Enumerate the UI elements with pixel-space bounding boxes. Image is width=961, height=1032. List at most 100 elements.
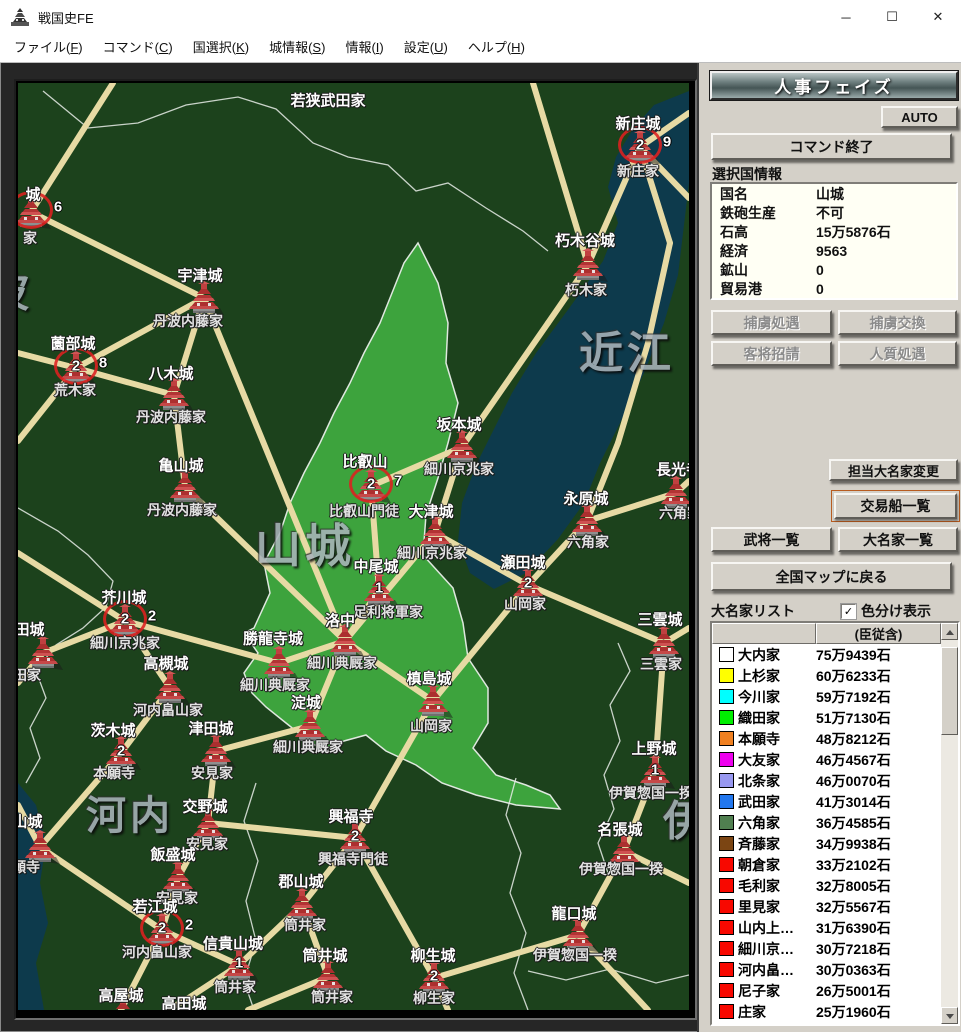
castle-icon[interactable] <box>413 684 453 718</box>
minimize-icon: ─ <box>841 10 850 25</box>
daimyo-row[interactable]: 今川家59万7192石 <box>712 686 941 707</box>
scroll-down-button[interactable] <box>941 1007 958 1024</box>
daimyo-row[interactable]: 庄家25万1960石 <box>712 1001 941 1022</box>
daimyo-color-swatch <box>719 962 734 977</box>
castle-name-label: 朽木谷城 <box>555 230 615 251</box>
guest-general-button[interactable]: 客将招請 <box>711 341 832 366</box>
scroll-up-button[interactable] <box>941 623 958 640</box>
castle-family-label: 六角家 <box>567 532 609 552</box>
title-bar[interactable]: 戦国史FE ─ ☐ ✕ <box>0 0 961 34</box>
close-button[interactable]: ✕ <box>915 0 961 34</box>
daimyo-row[interactable]: 上杉家60万6233石 <box>712 665 941 686</box>
header-koku-column: (臣従含) <box>816 623 941 644</box>
back-to-national-map-button[interactable]: 全国マップに戻る <box>711 562 952 591</box>
daimyo-color-swatch <box>719 731 734 746</box>
change-daimyo-button[interactable]: 担当大名家変更 <box>829 459 958 481</box>
castle-family-label: 丹波内藤家 <box>136 407 206 427</box>
trade-ships-focus-ring: 交易船一覧 <box>831 490 960 522</box>
captive-exchange-button[interactable]: 捕虜交換 <box>838 310 957 335</box>
daimyo-row[interactable]: 武田家41万3014石 <box>712 791 941 812</box>
daimyo-list-button[interactable]: 大名家一覧 <box>838 527 958 552</box>
end-command-button[interactable]: コマンド終了 <box>711 133 952 160</box>
castle-number: 1 <box>235 955 243 972</box>
daimyo-koku: 25万1960石 <box>816 1002 891 1022</box>
app-icon <box>10 7 30 27</box>
map-view[interactable]: 近江山城河内波伊若狭武田家29新庄城新庄家朽木谷城朽木家宇津城丹波内藤家6城家2… <box>18 83 689 1010</box>
trade-ships-button[interactable]: 交易船一覧 <box>834 493 957 519</box>
menu-item-u[interactable]: 設定(U) <box>394 34 458 62</box>
daimyo-name: 織田家 <box>738 708 816 728</box>
daimyo-color-swatch <box>719 983 734 998</box>
castle-name-label: 長光寺城 <box>656 459 689 480</box>
castle-icon[interactable] <box>184 281 224 315</box>
selected-country-info-title: 選択国情報 <box>712 164 782 184</box>
auto-button[interactable]: AUTO <box>881 106 958 128</box>
busho-list-button[interactable]: 武将一覧 <box>711 527 832 552</box>
menu-item-h[interactable]: ヘルプ(H) <box>458 34 535 62</box>
castle-name-label: 高田城 <box>161 993 206 1011</box>
menu-item-k[interactable]: 国選択(K) <box>183 34 259 62</box>
daimyo-row[interactable]: 斉藤家34万9938石 <box>712 833 941 854</box>
daimyo-list[interactable]: (臣従含) 大内家75万9439石上杉家60万6233石今川家59万7192石織… <box>710 621 960 1026</box>
maximize-button[interactable]: ☐ <box>869 0 915 34</box>
colorize-checkbox[interactable]: ✓ <box>841 604 856 619</box>
castle-name-label: 三雲城 <box>637 609 682 630</box>
daimyo-color-swatch <box>719 794 734 809</box>
daimyo-name: 今川家 <box>738 687 816 707</box>
castle-number: 2 <box>430 968 438 985</box>
castle-family-label: 筒井家 <box>311 987 353 1007</box>
menu-item-c[interactable]: コマンド(C) <box>93 34 183 62</box>
minimize-button[interactable]: ─ <box>823 0 869 34</box>
castle-family-label: 細川典厩家 <box>273 737 343 757</box>
daimyo-row[interactable]: 六角家36万4585石 <box>712 812 941 833</box>
castle-number: 2 <box>121 611 129 628</box>
menu-item-f[interactable]: ファイル(F) <box>4 34 93 62</box>
daimyo-row[interactable]: 本願寺48万8212石 <box>712 728 941 749</box>
selected-country-info-box: 国名山城 鉄砲生産不可 石高15万5876石 経済9563 鉱山0 貿易港0 <box>710 182 958 300</box>
scrollbar-thumb[interactable] <box>941 647 958 735</box>
castle-icon[interactable] <box>568 248 608 282</box>
info-row-port: 貿易港0 <box>712 280 956 298</box>
castle-name-label: 宇津城 <box>177 265 222 286</box>
daimyo-row[interactable]: 大友家46万4567石 <box>712 749 941 770</box>
daimyo-name: 朝倉家 <box>738 855 816 875</box>
castle-name-label: 高屋城 <box>98 985 143 1006</box>
castle-name-label: 柳生城 <box>410 945 455 966</box>
daimyo-row[interactable]: 朝倉家33万2102石 <box>712 854 941 875</box>
colorize-toggle[interactable]: ✓ 色分け表示 <box>841 601 931 621</box>
castle-side-number: 9 <box>663 134 671 151</box>
daimyo-color-swatch <box>719 668 734 683</box>
castle-number: 2 <box>117 743 125 760</box>
daimyo-koku: 41万3014石 <box>816 792 891 812</box>
close-icon: ✕ <box>933 9 944 25</box>
daimyo-row[interactable]: 大内家75万9439石 <box>712 644 941 665</box>
daimyo-koku: 51万7130石 <box>816 708 891 728</box>
hostage-treatment-button[interactable]: 人質処遇 <box>838 341 957 366</box>
castle-name-label: 上野城 <box>631 738 676 759</box>
daimyo-name: 大友家 <box>738 750 816 770</box>
daimyo-koku: 34万9938石 <box>816 834 891 854</box>
castle-number: 2 <box>636 137 644 154</box>
castle-family-label: 伊賀惣国一揆 <box>533 945 617 965</box>
daimyo-list-scrollbar[interactable] <box>941 623 958 1024</box>
menu-item-s[interactable]: 城情報(S) <box>259 34 335 62</box>
daimyo-row[interactable]: 北条家46万0070石 <box>712 770 941 791</box>
daimyo-row[interactable]: 里見家32万5567石 <box>712 896 941 917</box>
daimyo-row[interactable]: 山内上…31万6390石 <box>712 917 941 938</box>
castle-name-label: 交野城 <box>182 796 227 817</box>
captive-treatment-button[interactable]: 捕虜処遇 <box>711 310 832 335</box>
castle-family-label: 家 <box>23 228 37 248</box>
daimyo-row[interactable]: 毛利家32万8005石 <box>712 875 941 896</box>
daimyo-row[interactable]: 織田家51万7130石 <box>712 707 941 728</box>
daimyo-row[interactable]: 河内畠…30万0363石 <box>712 959 941 980</box>
menu-item-i[interactable]: 情報(I) <box>335 34 393 62</box>
castle-family-label: 細川京兆家 <box>90 633 160 653</box>
province-label: 波 <box>18 259 33 320</box>
castle-name-label: 坂本城 <box>436 414 481 435</box>
castle-number: 2 <box>72 358 80 375</box>
daimyo-name: 毛利家 <box>738 876 816 896</box>
castle-family-label: 丹波内藤家 <box>153 311 223 331</box>
daimyo-name: 大内家 <box>738 645 816 665</box>
daimyo-row[interactable]: 尼子家26万5001石 <box>712 980 941 1001</box>
daimyo-row[interactable]: 細川京…30万7218石 <box>712 938 941 959</box>
